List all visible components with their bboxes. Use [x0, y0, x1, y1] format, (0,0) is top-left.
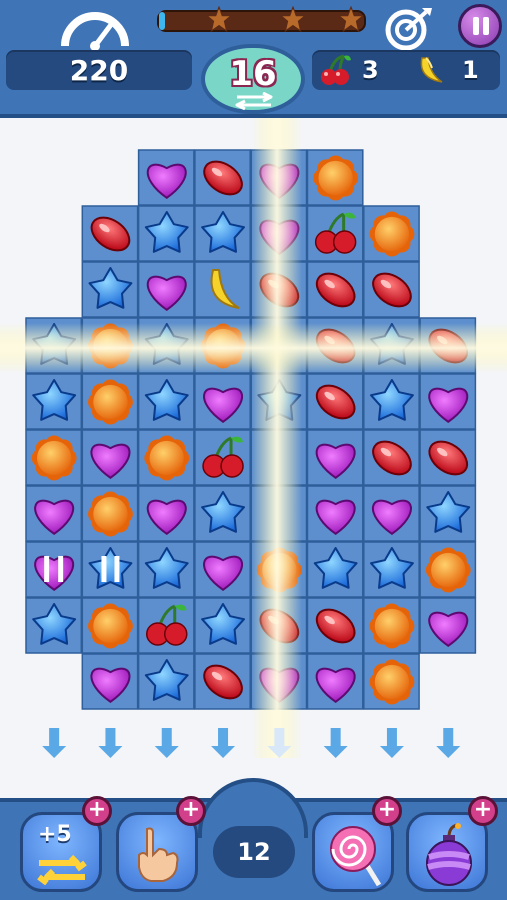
banana-icon	[420, 57, 443, 83]
score-value: 220	[69, 54, 129, 87]
pause-button[interactable]	[458, 4, 502, 48]
board-cell[interactable]	[137, 597, 195, 654]
target-icon	[385, 8, 432, 50]
booster-counter: 12	[213, 826, 295, 878]
moves-counter: 16	[201, 44, 305, 114]
orange-candy[interactable]	[369, 659, 415, 705]
buy-hand-booster-button[interactable]: +	[176, 796, 206, 826]
buy-bomb-booster-button[interactable]: +	[468, 796, 498, 826]
buy-extra-moves-button[interactable]: +	[82, 796, 112, 826]
board-cell[interactable]	[306, 205, 364, 262]
vertical-blast-beam	[252, 118, 302, 758]
banana-goal-count: 1	[462, 56, 479, 84]
orange-candy[interactable]	[313, 155, 359, 201]
swap-arrows-icon	[235, 92, 273, 110]
progress-star-3-icon	[338, 6, 364, 32]
orange-candy[interactable]	[88, 603, 133, 649]
orange-candy[interactable]	[369, 211, 415, 257]
swap-arrows-icon	[37, 855, 87, 885]
horizontal-blast-beam	[0, 323, 507, 373]
cherry-icon	[321, 54, 351, 85]
level-progress-fill	[159, 12, 166, 30]
game-board	[0, 118, 507, 758]
orange-candy[interactable]	[369, 603, 415, 649]
drop-arrow-icon	[323, 728, 348, 758]
orange-candy[interactable]	[425, 547, 471, 593]
progress-star-2-icon	[280, 6, 306, 32]
orange-candy[interactable]	[144, 435, 190, 481]
drop-arrow-icon	[436, 728, 461, 758]
board-cell[interactable]	[194, 429, 251, 486]
drop-arrow-icon	[42, 728, 67, 758]
buy-lollipop-booster-button[interactable]: +	[372, 796, 402, 826]
level-progress-bar	[157, 10, 366, 32]
extra-moves-label: +5	[38, 822, 72, 847]
drop-arrow-icon	[154, 728, 179, 758]
cherry-goal-count: 3	[362, 56, 379, 84]
drop-arrow-icon	[211, 728, 236, 758]
drop-arrow-icon	[98, 728, 123, 758]
drop-arrow-icon	[379, 728, 404, 758]
lollipop-icon	[330, 826, 382, 887]
orange-candy[interactable]	[31, 435, 77, 481]
progress-star-1-icon	[206, 6, 232, 32]
orange-candy[interactable]	[88, 491, 133, 537]
score-panel: 220	[6, 50, 192, 90]
speedometer-icon	[61, 12, 129, 50]
bomb-icon	[426, 823, 472, 886]
orange-candy[interactable]	[88, 379, 133, 425]
goals-panel: 3 1	[312, 50, 500, 90]
hand-icon	[138, 827, 179, 882]
moves-left-value: 16	[229, 54, 277, 94]
